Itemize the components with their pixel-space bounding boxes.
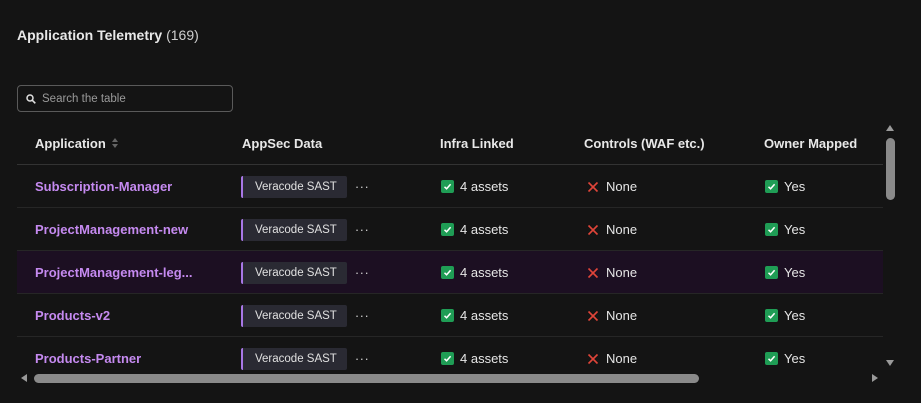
owner-mapped-cell: Yes (765, 208, 805, 251)
infra-linked-value[interactable]: 4 assets (460, 222, 508, 237)
more-icon[interactable]: ··· (355, 265, 370, 280)
table-header: Application AppSec Data Infra Linked Con… (17, 122, 883, 165)
column-header-controls: Controls (WAF etc.) (584, 135, 705, 151)
controls-value: None (606, 222, 638, 237)
owner-mapped-value: Yes (784, 179, 806, 194)
table-row[interactable]: Products-v2 Veracode SAST ··· 4 assets N… (17, 294, 883, 337)
search-input[interactable] (42, 92, 212, 105)
horizontal-scrollbar-thumb[interactable] (34, 374, 699, 383)
owner-mapped-value: Yes (784, 265, 806, 280)
controls-cell: None (587, 251, 637, 294)
application-link[interactable]: Products-Partner (35, 337, 141, 370)
appsec-tag[interactable]: Veracode SAST (241, 304, 347, 327)
infra-linked-value[interactable]: 4 assets (460, 351, 508, 366)
more-icon[interactable]: ··· (355, 179, 370, 194)
appsec-data-cell: Veracode SAST ··· (241, 294, 369, 337)
appsec-data-cell: Veracode SAST ··· (241, 251, 369, 294)
column-header-application-label: Application (35, 135, 106, 151)
page-title-text: Application Telemetry (17, 27, 163, 43)
check-icon (765, 309, 778, 322)
close-icon (587, 181, 599, 192)
appsec-tag[interactable]: Veracode SAST (241, 175, 347, 198)
column-header-appsec: AppSec Data (242, 135, 323, 151)
page-title: Application Telemetry (169) (17, 27, 199, 43)
check-icon (441, 180, 454, 193)
more-icon[interactable]: ··· (355, 351, 370, 366)
appsec-data-cell: Veracode SAST ··· (241, 165, 369, 208)
controls-cell: None (587, 337, 637, 370)
controls-value: None (606, 308, 638, 323)
close-icon (587, 310, 599, 321)
check-icon (441, 223, 454, 236)
check-icon (441, 352, 454, 365)
owner-mapped-cell: Yes (765, 337, 805, 370)
column-header-infra: Infra Linked (440, 135, 514, 151)
scroll-down-arrow-icon[interactable] (886, 360, 894, 366)
search-icon (26, 93, 36, 104)
check-icon (441, 309, 454, 322)
infra-linked-cell: 4 assets (441, 251, 508, 294)
scroll-left-arrow-icon[interactable] (21, 374, 27, 382)
appsec-tag[interactable]: Veracode SAST (241, 261, 347, 284)
infra-linked-cell: 4 assets (441, 337, 508, 370)
owner-mapped-cell: Yes (765, 251, 805, 294)
controls-value: None (606, 351, 638, 366)
infra-linked-cell: 4 assets (441, 294, 508, 337)
infra-linked-cell: 4 assets (441, 165, 508, 208)
controls-cell: None (587, 165, 637, 208)
table-row[interactable]: Products-Partner Veracode SAST ··· 4 ass… (17, 337, 883, 370)
owner-mapped-value: Yes (784, 308, 806, 323)
controls-cell: None (587, 208, 637, 251)
infra-linked-value[interactable]: 4 assets (460, 265, 508, 280)
appsec-tag[interactable]: Veracode SAST (241, 218, 347, 241)
scroll-right-arrow-icon[interactable] (872, 374, 878, 382)
appsec-tag[interactable]: Veracode SAST (241, 347, 347, 370)
check-icon (765, 180, 778, 193)
owner-mapped-value: Yes (784, 351, 806, 366)
column-header-owner: Owner Mapped (764, 135, 858, 151)
appsec-data-cell: Veracode SAST ··· (241, 337, 369, 370)
more-icon[interactable]: ··· (355, 222, 370, 237)
scroll-up-arrow-icon[interactable] (886, 125, 894, 131)
controls-value: None (606, 179, 638, 194)
owner-mapped-cell: Yes (765, 165, 805, 208)
infra-linked-value[interactable]: 4 assets (460, 308, 508, 323)
infra-linked-cell: 4 assets (441, 208, 508, 251)
record-count: (169) (166, 27, 199, 43)
controls-cell: None (587, 294, 637, 337)
application-link[interactable]: ProjectManagement-new (35, 208, 188, 251)
application-link[interactable]: Subscription-Manager (35, 165, 172, 208)
owner-mapped-value: Yes (784, 222, 806, 237)
check-icon (441, 266, 454, 279)
close-icon (587, 353, 599, 364)
application-link[interactable]: ProjectManagement-leg... (35, 251, 192, 294)
vertical-scrollbar-thumb[interactable] (886, 138, 895, 200)
infra-linked-value[interactable]: 4 assets (460, 179, 508, 194)
table-row[interactable]: Subscription-Manager Veracode SAST ··· 4… (17, 165, 883, 208)
more-icon[interactable]: ··· (355, 308, 370, 323)
check-icon (765, 223, 778, 236)
controls-value: None (606, 265, 638, 280)
check-icon (765, 266, 778, 279)
owner-mapped-cell: Yes (765, 294, 805, 337)
application-table: Application AppSec Data Infra Linked Con… (17, 122, 883, 370)
check-icon (765, 352, 778, 365)
application-link[interactable]: Products-v2 (35, 294, 110, 337)
table-row[interactable]: ProjectManagement-leg... Veracode SAST ·… (17, 251, 883, 294)
column-header-application[interactable]: Application (35, 136, 118, 151)
appsec-data-cell: Veracode SAST ··· (241, 208, 369, 251)
search-box[interactable] (17, 85, 233, 112)
sort-icon[interactable] (111, 138, 118, 148)
table-body: Subscription-Manager Veracode SAST ··· 4… (17, 165, 883, 370)
close-icon (587, 224, 599, 235)
table-row[interactable]: ProjectManagement-new Veracode SAST ··· … (17, 208, 883, 251)
close-icon (587, 267, 599, 278)
